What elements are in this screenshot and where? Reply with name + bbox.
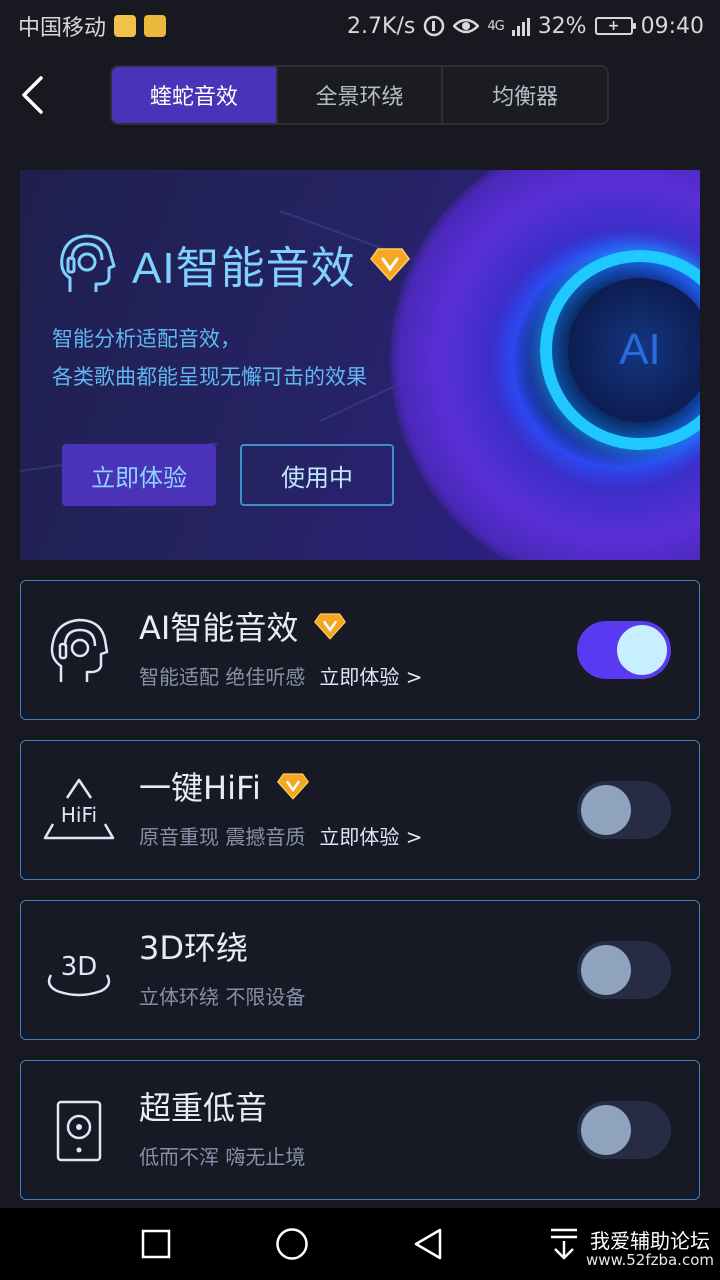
try-now-button[interactable]: 立即体验 (62, 444, 216, 506)
battery-icon: + (594, 17, 636, 35)
clock: 09:40 (640, 13, 704, 39)
vip-diamond-icon (276, 773, 309, 800)
card-subtitle-row: 立体环绕 不限设备 (139, 981, 305, 1010)
card-subtitle: 低而不浑 嗨无止境 (139, 1145, 306, 1169)
recent-apps-button[interactable] (134, 1222, 178, 1266)
bass-boost-toggle[interactable] (577, 1101, 671, 1159)
effect-tabs: 蝰蛇音效 全景环绕 均衡器 (110, 65, 609, 125)
app-notification-icon (114, 15, 137, 37)
home-button[interactable] (270, 1222, 314, 1266)
carrier-label: 中国移动 (18, 16, 107, 41)
network-type: 4G (487, 18, 504, 34)
square-icon (141, 1229, 171, 1259)
card-subtitle-row: 原音重现 震撼音质 立即体验 > (139, 821, 422, 850)
try-now-link[interactable]: 立即体验 > (319, 661, 422, 690)
ai-orb-core: AI (568, 278, 700, 422)
notification-pulldown-button[interactable] (542, 1222, 586, 1266)
card-subtitle: 立体环绕 不限设备 (139, 985, 306, 1009)
card-subtitle: 原音重现 震撼音质 (139, 825, 306, 849)
card-title-row: AI智能音效 (139, 603, 347, 649)
back-button[interactable] (12, 70, 52, 120)
3d-icon-text: 3D (61, 952, 98, 982)
eye-comfort-icon (453, 18, 480, 34)
hifi-toggle[interactable] (577, 781, 671, 839)
card-title: 超重低音 (139, 1089, 268, 1127)
pull-down-icon (551, 1228, 577, 1260)
status-bar-left: 中国移动 (18, 10, 167, 42)
card-title: 3D环绕 (139, 929, 249, 967)
card-title-row: 一键HiFi (139, 763, 309, 809)
card-subtitle-row: 智能适配 绝佳听感 立即体验 > (139, 661, 422, 690)
speaker-icon (43, 1091, 115, 1171)
star-notification-icon (144, 15, 167, 37)
toggle-knob (617, 625, 667, 675)
ai-effect-toggle[interactable] (577, 621, 671, 679)
network-speed: 2.7K/s (347, 13, 416, 39)
3d-surround-toggle[interactable] (577, 941, 671, 999)
feature-card-3d[interactable]: 3D 3D环绕 立体环绕 不限设备 (20, 900, 700, 1040)
watermark-url: www.52fzba.com (586, 1251, 714, 1269)
status-bar-right: 2.7K/s 4G 32% + 09:40 (347, 14, 704, 39)
tab-equalizer[interactable]: 均衡器 (443, 67, 607, 123)
hero-title: AI智能音效 (132, 244, 356, 293)
vip-diamond-icon (369, 248, 410, 281)
toggle-knob (581, 945, 631, 995)
tab-panoramic-surround[interactable]: 全景环绕 (277, 67, 444, 123)
system-navigation-bar: 我爱辅助论坛 www.52fzba.com (0, 1208, 720, 1280)
feature-card-bass[interactable]: 超重低音 低而不浑 嗨无止境 (20, 1060, 700, 1200)
watermark-main: 我爱辅助论坛 (590, 1229, 711, 1253)
headphone-head-icon (43, 611, 115, 691)
hero-banner: AI AI智能音效 智能分析适配音效， 各类歌曲都能呈现无懈可击的效果 立即体验… (20, 170, 700, 560)
card-title-row: 3D环绕 (139, 923, 248, 969)
try-now-link[interactable]: 立即体验 > (319, 821, 422, 850)
feature-card-hifi[interactable]: HiFi 一键HiFi 原音重现 震撼音质 立即体验 > (20, 740, 700, 880)
chevron-left-icon (22, 76, 43, 114)
feature-list: AI智能音效 智能适配 绝佳听感 立即体验 > HiFi 一键HiFi 原音重现… (20, 580, 700, 1220)
card-subtitle: 智能适配 绝佳听感 (139, 665, 306, 689)
in-use-button[interactable]: 使用中 (240, 444, 394, 506)
hero-desc-line-1: 智能分析适配音效， (52, 327, 241, 351)
status-bar: 中国移动 2.7K/s 4G 32% + 09:40 (0, 0, 720, 52)
3d-surround-icon: 3D (43, 931, 115, 1011)
signal-strength-icon (511, 16, 530, 36)
hero-title-row: AI智能音效 (56, 232, 410, 296)
tab-viper-effects[interactable]: 蝰蛇音效 (112, 67, 278, 123)
feature-card-ai[interactable]: AI智能音效 智能适配 绝佳听感 立即体验 > (20, 580, 700, 720)
triangle-back-icon (414, 1228, 442, 1260)
card-title: AI智能音效 (139, 609, 299, 647)
ai-head-icon (60, 234, 116, 292)
toggle-knob (581, 785, 631, 835)
vip-diamond-icon (314, 613, 347, 640)
circle-icon (276, 1228, 308, 1260)
hd-call-icon (424, 15, 445, 37)
header: 蝰蛇音效 全景环绕 均衡器 (0, 60, 720, 130)
card-title: 一键HiFi (139, 769, 261, 807)
card-subtitle-row: 低而不浑 嗨无止境 (139, 1141, 305, 1170)
back-nav-button[interactable] (406, 1222, 450, 1266)
hifi-icon: HiFi (43, 771, 115, 851)
card-title-row: 超重低音 (139, 1083, 267, 1129)
hifi-icon-text: HiFi (61, 803, 97, 827)
hero-desc-line-2: 各类歌曲都能呈现无懈可击的效果 (52, 365, 367, 389)
battery-percent: 32% (537, 13, 587, 39)
toggle-knob (581, 1105, 631, 1155)
watermark: 我爱辅助论坛 www.52fzba.com (586, 1230, 714, 1269)
hero-description: 智能分析适配音效， 各类歌曲都能呈现无懈可击的效果 (52, 320, 367, 396)
